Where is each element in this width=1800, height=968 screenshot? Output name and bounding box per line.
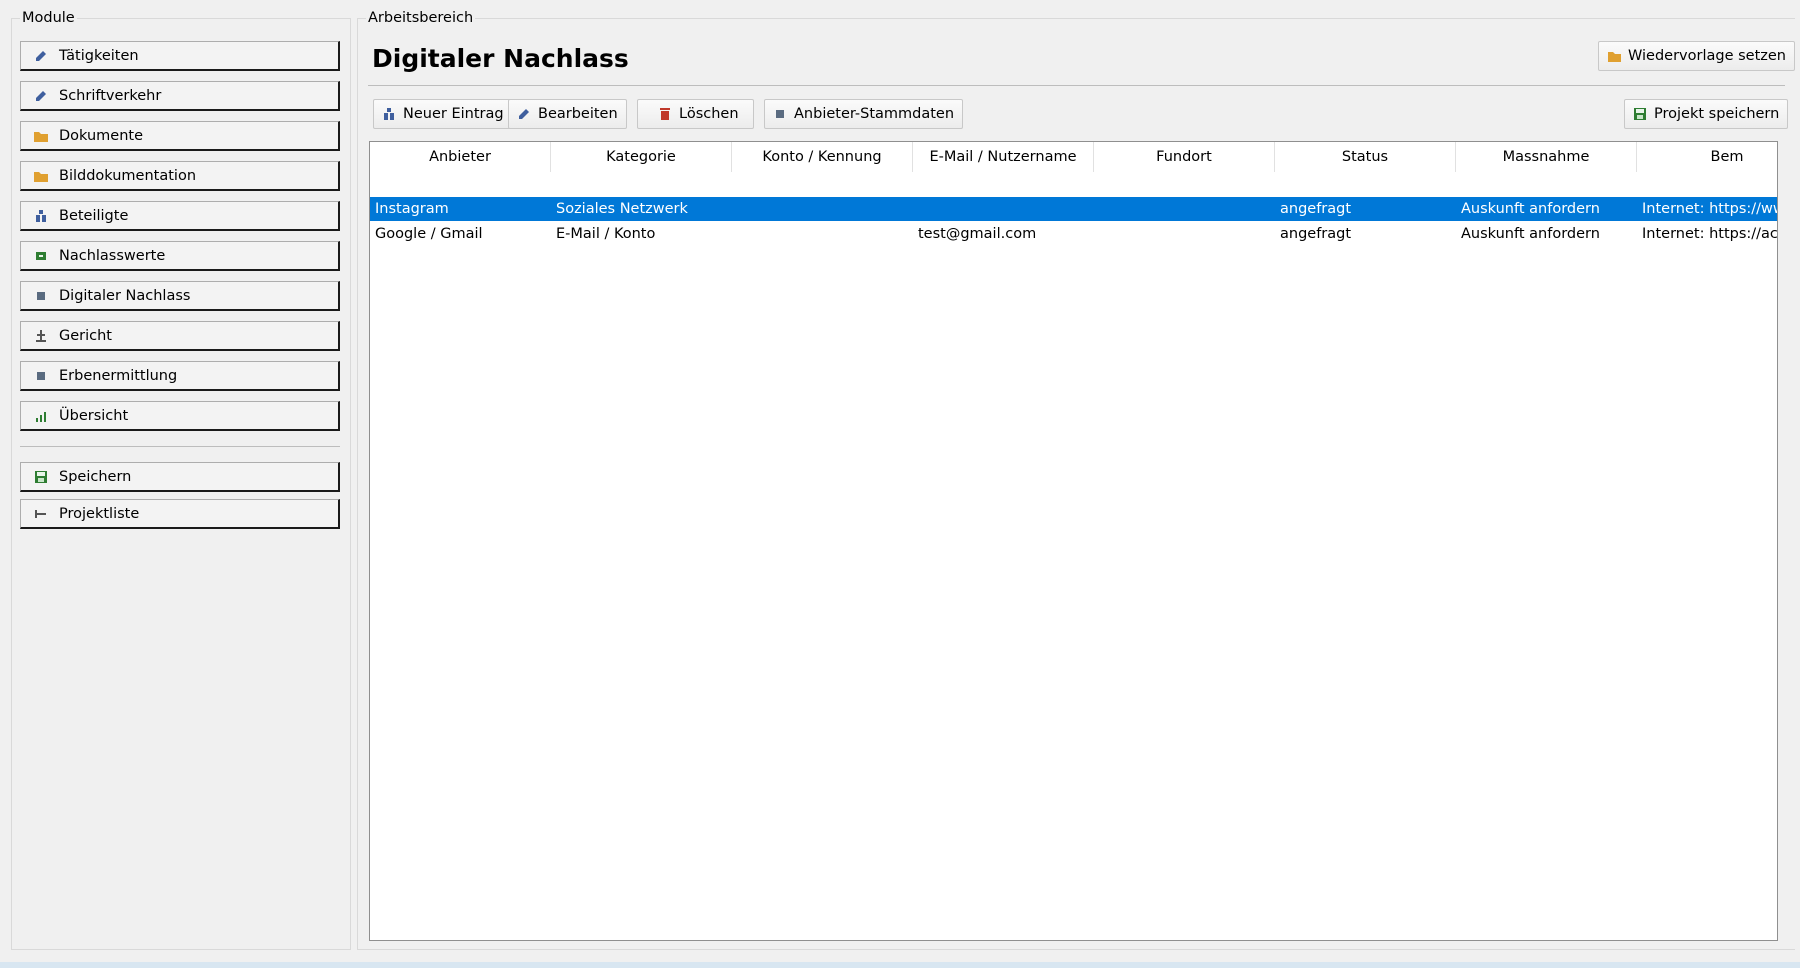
folder-icon <box>33 128 49 144</box>
module-nachlasswerte[interactable]: Nachlasswerte <box>20 241 340 271</box>
column-header[interactable]: Bem <box>1637 142 1777 172</box>
save-project-button[interactable]: Projekt speichern <box>1624 99 1789 129</box>
column-header[interactable]: Massnahme <box>1456 142 1637 172</box>
bar-chart-icon <box>33 408 49 424</box>
module-label: Nachlasswerte <box>59 247 166 264</box>
table-cell: angefragt <box>1280 201 1352 217</box>
delete-button[interactable]: Löschen <box>637 99 754 129</box>
save-project-label: Projekt speichern <box>1654 106 1780 122</box>
module-label: Bilddokumentation <box>59 167 197 184</box>
projects-button[interactable]: Projektliste <box>20 499 340 529</box>
table-cell <box>732 197 913 221</box>
workspace-panel: Arbeitsbereich Digitaler Nachlass Wieder… <box>357 9 1795 950</box>
folder-icon <box>33 168 49 184</box>
save-label: Speichern <box>59 468 132 485</box>
edit-button[interactable]: Bearbeiten <box>508 99 627 129</box>
people-icon <box>33 208 49 224</box>
module-taetigkeiten[interactable]: Tätigkeiten <box>20 41 340 71</box>
column-header[interactable]: Anbieter <box>370 142 551 172</box>
module-digitaler-nachlass[interactable]: Digitaler Nachlass <box>20 281 340 311</box>
square-icon <box>773 107 787 121</box>
workspace-title: Arbeitsbereich <box>366 9 476 27</box>
table-header: Anbieter Kategorie Konto / Kennung E-Mai… <box>370 142 1777 173</box>
list-icon <box>33 506 49 522</box>
module-uebersicht[interactable]: Übersicht <box>20 401 340 431</box>
module-label: Schriftverkehr <box>59 87 162 104</box>
module-gericht[interactable]: Gericht <box>20 321 340 351</box>
edit-label: Bearbeiten <box>538 106 618 122</box>
gavel-icon <box>33 328 49 344</box>
table-cell: Soziales Netzwerk <box>556 201 688 217</box>
column-header[interactable]: Konto / Kennung <box>732 142 913 172</box>
table-row[interactable]: Instagram Soziales Netzwerk angefragt Au… <box>370 197 1778 221</box>
module-bilddokumentation[interactable]: Bilddokumentation <box>20 161 340 191</box>
module-label: Beteiligte <box>59 207 129 224</box>
modules-title: Module <box>20 9 77 27</box>
module-erbenermittlung[interactable]: Erbenermittlung <box>20 361 340 391</box>
table-cell: Auskunft anfordern <box>1461 226 1600 242</box>
pencil-icon <box>33 48 49 64</box>
save-button[interactable]: Speichern <box>20 462 340 492</box>
module-label: Tätigkeiten <box>59 47 139 64</box>
square-icon <box>33 288 49 304</box>
module-beteiligte[interactable]: Beteiligte <box>20 201 340 231</box>
table-cell: E-Mail / Konto <box>556 226 656 242</box>
table-cell: Internet: https://acc <box>1642 226 1778 242</box>
status-bar <box>0 962 1800 968</box>
delete-label: Löschen <box>679 106 739 122</box>
table-cell: Google / Gmail <box>375 226 483 242</box>
module-dokumente[interactable]: Dokumente <box>20 121 340 151</box>
table-cell: Auskunft anfordern <box>1461 201 1600 217</box>
provider-master-data-button[interactable]: Anbieter-Stammdaten <box>764 99 964 129</box>
data-table[interactable]: Anbieter Kategorie Konto / Kennung E-Mai… <box>369 141 1778 941</box>
column-header[interactable]: E-Mail / Nutzername <box>913 142 1094 172</box>
table-cell <box>732 222 913 246</box>
pencil-icon <box>517 107 531 121</box>
module-label: Erbenermittlung <box>59 367 178 384</box>
people-icon <box>382 107 396 121</box>
folder-icon <box>1607 49 1621 63</box>
table-cell: angefragt <box>1280 226 1352 242</box>
table-cell <box>1094 197 1275 221</box>
column-header[interactable]: Fundort <box>1094 142 1275 172</box>
module-label: Gericht <box>59 327 112 344</box>
table-cell <box>913 197 1094 221</box>
column-header[interactable]: Status <box>1275 142 1456 172</box>
new-entry-label: Neuer Eintrag <box>403 106 504 122</box>
money-icon <box>33 248 49 264</box>
set-reminder-label: Wiedervorlage setzen <box>1628 48 1786 64</box>
set-reminder-button[interactable]: Wiedervorlage setzen <box>1598 41 1795 71</box>
table-cell: Internet: https://ww <box>1642 201 1778 217</box>
floppy-disk-icon <box>33 469 49 485</box>
module-label: Dokumente <box>59 127 144 144</box>
title-divider <box>368 85 1785 86</box>
provider-master-data-label: Anbieter-Stammdaten <box>794 106 955 122</box>
module-label: Übersicht <box>59 407 129 424</box>
floppy-disk-icon <box>1633 107 1647 121</box>
table-row[interactable]: Google / Gmail E-Mail / Konto test@gmail… <box>370 222 1778 246</box>
module-schriftverkehr[interactable]: Schriftverkehr <box>20 81 340 111</box>
table-cell: test@gmail.com <box>918 226 1037 242</box>
table-cell <box>1094 222 1275 246</box>
pencil-icon <box>33 88 49 104</box>
table-cell: Instagram <box>375 201 449 217</box>
projects-label: Projektliste <box>59 505 140 522</box>
module-label: Digitaler Nachlass <box>59 287 191 304</box>
trash-icon <box>658 107 672 121</box>
modules-panel: Module Tätigkeiten Schriftverkehr Dokume… <box>11 9 351 950</box>
new-entry-button[interactable]: Neuer Eintrag <box>373 99 513 129</box>
square-icon <box>33 368 49 384</box>
page-title: Digitaler Nachlass <box>372 44 629 73</box>
column-header[interactable]: Kategorie <box>551 142 732 172</box>
modules-divider <box>20 446 340 447</box>
